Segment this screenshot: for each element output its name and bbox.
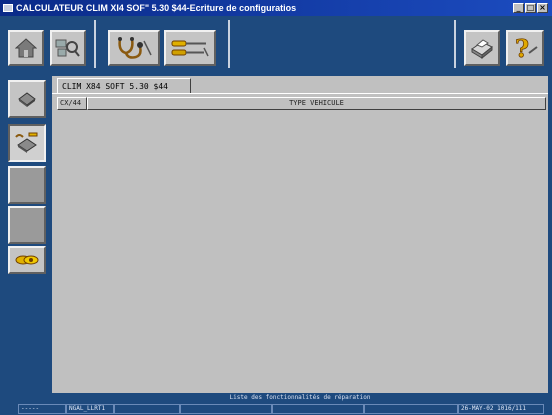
close-button[interactable]: × xyxy=(537,3,548,13)
svg-text:?: ? xyxy=(515,35,529,61)
tools-button[interactable] xyxy=(164,30,216,66)
toolbar: ? xyxy=(0,16,552,74)
screwdriver-icon xyxy=(171,40,209,57)
window-controls: _ □ × xyxy=(513,3,548,13)
ecu-button[interactable] xyxy=(8,80,46,118)
app-icon[interactable] xyxy=(3,4,13,12)
ecu-write-icon xyxy=(15,132,38,153)
print-button[interactable] xyxy=(464,30,500,66)
status-cell xyxy=(272,404,364,414)
column-header-vehicle-type[interactable]: TYPE VEHICULE xyxy=(87,97,546,110)
toolbar-separator xyxy=(94,20,96,68)
diagnostic-button[interactable] xyxy=(108,30,160,66)
search-button[interactable] xyxy=(50,30,86,66)
tab-ecu[interactable]: CLIM X84 SOFT 5.30 $44 xyxy=(57,78,191,93)
printer-icon xyxy=(471,39,493,59)
status-cell: NGAL_LLRT1 xyxy=(66,404,114,414)
status-cell: ----- xyxy=(18,404,66,414)
home-icon xyxy=(15,38,37,58)
empty-slot-button[interactable] xyxy=(8,166,46,204)
status-bar: ----- NGAL_LLRT1 26-MAY-02 1016/111 xyxy=(0,403,552,415)
ecu-config-button[interactable] xyxy=(8,124,46,162)
search-icon xyxy=(55,39,80,57)
main-panel: CLIM X84 SOFT 5.30 $44 CX/44 TYPE VEHICU… xyxy=(52,76,548,393)
help-button[interactable]: ? xyxy=(506,30,544,66)
home-button[interactable] xyxy=(8,30,44,66)
window-title: CALCULATEUR CLIM XI4 SOF" 5.30 $44-Ecrit… xyxy=(16,3,297,13)
maximize-button[interactable]: □ xyxy=(525,3,536,13)
minimize-button[interactable]: _ xyxy=(513,3,524,13)
ecu-chip-icon xyxy=(18,92,36,107)
status-cell xyxy=(180,404,272,414)
toolbar-separator xyxy=(228,20,230,68)
link-button[interactable] xyxy=(8,246,46,274)
footer-message: Liste des fonctionnalités de réparation xyxy=(229,394,371,401)
toolbar-separator xyxy=(454,20,456,68)
link-icon xyxy=(15,255,39,265)
stethoscope-icon xyxy=(118,37,152,59)
status-cell xyxy=(114,404,180,414)
help-icon: ? xyxy=(515,35,538,61)
column-header-code[interactable]: CX/44 xyxy=(57,97,87,110)
title-bar: CALCULATEUR CLIM XI4 SOF" 5.30 $44-Ecrit… xyxy=(0,0,552,16)
status-cell: 26-MAY-02 1016/111 xyxy=(458,404,544,414)
status-cell xyxy=(364,404,458,414)
tab-divider xyxy=(52,93,548,94)
empty-slot-button[interactable] xyxy=(8,206,46,244)
